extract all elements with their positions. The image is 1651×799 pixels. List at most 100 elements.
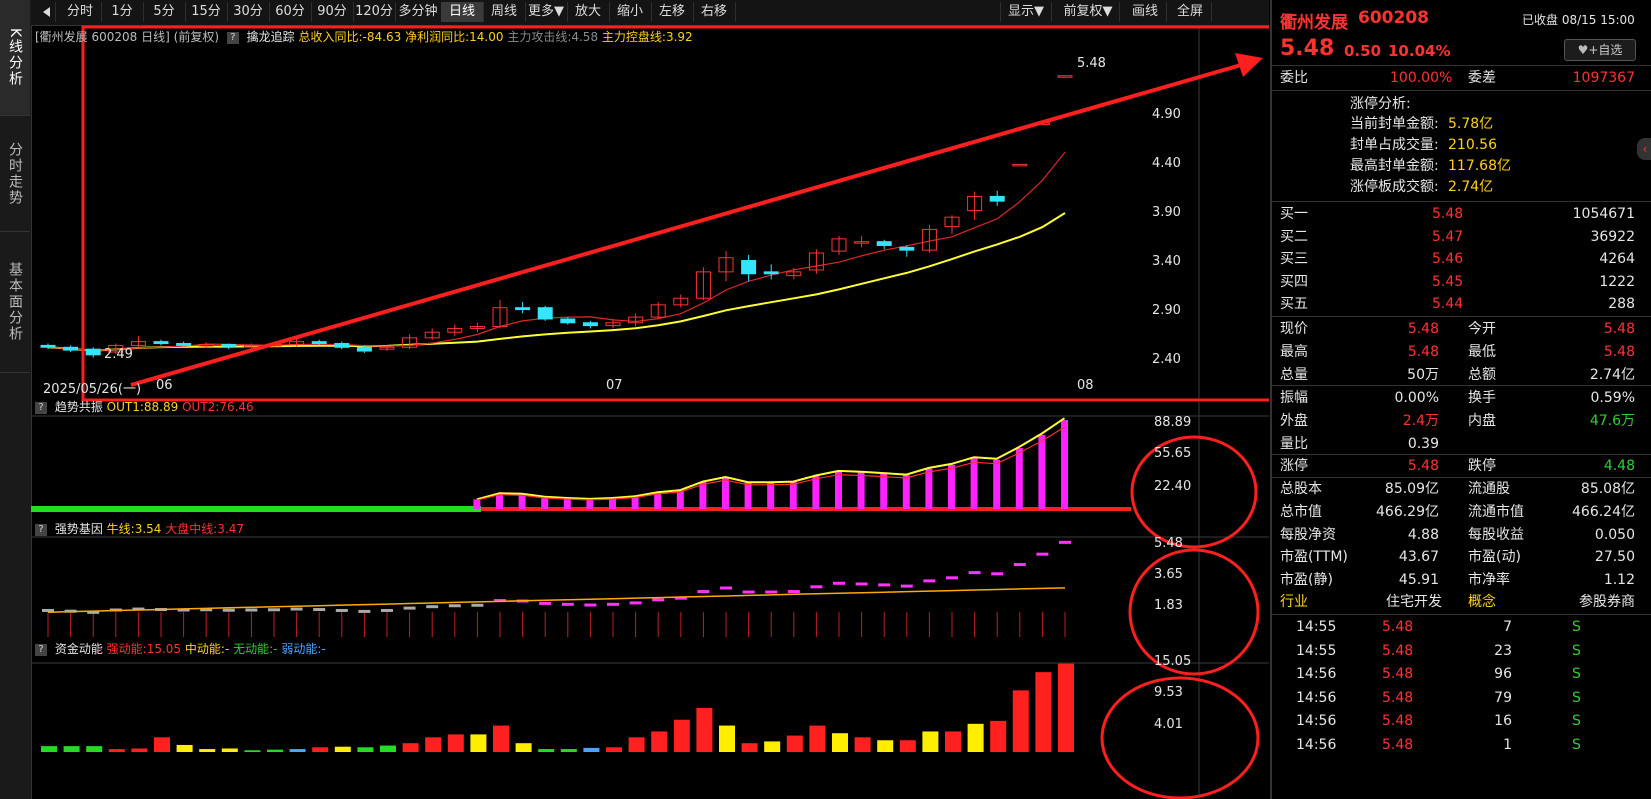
tab-fundamentals[interactable]: 基本面分析: [0, 232, 30, 373]
stat-row: 市盈(静) 45.91 市净率 1.12: [1280, 572, 1635, 589]
help-icon[interactable]: ?: [35, 643, 47, 656]
strength-mark: [245, 608, 258, 612]
fund-bar: [1035, 672, 1052, 752]
help-icon[interactable]: ?: [35, 523, 47, 536]
fund-bar: [945, 731, 961, 752]
strength-mark: [607, 602, 619, 606]
industry-label: 行业: [1280, 594, 1308, 610]
fullscreen-button[interactable]: 全屏: [1169, 2, 1212, 22]
candle-body: [40, 344, 56, 348]
limit-analysis-row: 最高封单金额: 117.68亿: [1350, 158, 1511, 174]
tick-row: 14:56 5.48 79 S: [1296, 689, 1581, 706]
strength-mark: [313, 608, 326, 612]
toolbar-button[interactable]: 90分: [311, 2, 354, 22]
fund-bar: [357, 747, 374, 752]
y-tick: 4.01: [1154, 717, 1183, 732]
market-status: 已收盘 08/15 15:00: [1522, 13, 1635, 27]
concept-value[interactable]: 参股券商: [1579, 591, 1635, 614]
toolbar-button[interactable]: 60分: [269, 2, 312, 22]
tab-intraday[interactable]: 分时走势: [0, 116, 30, 232]
fund-bar: [515, 743, 532, 752]
toolbar-button[interactable]: 缩小: [609, 2, 652, 22]
y-tick: 88.89: [1154, 415, 1192, 430]
add-favorite-button[interactable]: ♥+自选: [1564, 39, 1636, 61]
stat-row: 振幅 0.00% 换手 0.59%: [1280, 390, 1635, 406]
adjust-menu[interactable]: 前复权▼: [1057, 2, 1120, 22]
toolbar-button[interactable]: 右移: [693, 2, 736, 22]
fund-bar: [176, 744, 193, 752]
fund-bar: [967, 723, 984, 752]
toolbar-button[interactable]: 15分: [185, 2, 228, 22]
toolbar-button[interactable]: 左移: [651, 2, 694, 22]
toolbar-button[interactable]: 周线: [483, 2, 526, 22]
fund-bar: [244, 750, 261, 752]
industry-value[interactable]: 住宅开发: [1386, 591, 1442, 614]
fund-bar: [673, 719, 690, 752]
y-tick: 3.65: [1154, 567, 1183, 582]
candle-body: [763, 271, 779, 275]
trend-bar: [767, 482, 775, 509]
quote-panel: 衢州发展 600208 已收盘 08/15 15:00 5.48 0.50 10…: [1270, 0, 1651, 799]
tick-row: 14:56 5.48 96 S: [1296, 666, 1581, 682]
toolbar-button[interactable]: 5分: [143, 2, 186, 22]
back-button[interactable]: [37, 2, 56, 22]
trend-bar: [902, 475, 910, 509]
toolbar-button[interactable]: 多分钟: [395, 2, 442, 22]
help-icon[interactable]: ?: [226, 31, 239, 44]
trend-bar: [699, 482, 707, 509]
tab-kline[interactable]: K线分析: [0, 0, 30, 116]
fund-bar: [922, 731, 939, 752]
strength-mark: [742, 590, 755, 594]
strength-mark: [810, 585, 823, 589]
adjust-label: (前复权): [173, 30, 220, 44]
trend-bar: [473, 499, 481, 509]
stat-row: 现价 5.48 今开 5.48: [1280, 321, 1635, 337]
strength-mark: [381, 608, 393, 612]
weak-label: 弱动能:-: [281, 642, 326, 656]
out2-label: OUT2:76.46: [182, 400, 254, 414]
fund-bar: [380, 745, 396, 752]
arrow-left-icon: [42, 6, 50, 17]
strength-mark: [1059, 540, 1071, 544]
toolbar-button[interactable]: 1分: [101, 2, 144, 22]
trend-bar: [1061, 420, 1068, 509]
draw-button[interactable]: 画线: [1124, 2, 1167, 22]
strength-mark: [561, 602, 574, 606]
toolbar-button[interactable]: 30分: [227, 2, 270, 22]
trend-name[interactable]: 趋势共振: [55, 400, 103, 414]
strength-mark: [471, 603, 484, 607]
toolbar-button[interactable]: 日线: [441, 2, 484, 22]
strength-name[interactable]: 强势基因: [55, 522, 103, 536]
view-tab-strip: K线分析 分时走势 基本面分析: [0, 0, 32, 799]
strength-mark: [268, 608, 280, 612]
toolbar-button[interactable]: 分时: [59, 2, 102, 22]
strength-mark: [358, 609, 371, 613]
fund-name[interactable]: 资金动能: [55, 642, 103, 656]
price-change: 0.50: [1344, 42, 1382, 60]
chart-area[interactable]: [衢州发展 600208 日线] (前复权) ? 擒龙追踪 总收入同比:-84.…: [31, 25, 1269, 799]
fund-bar: [696, 707, 713, 752]
y-tick: 3.40: [1152, 254, 1181, 269]
candle-body: [176, 343, 192, 346]
help-icon[interactable]: ?: [35, 401, 47, 414]
collapse-chevron-icon[interactable]: ‹: [1637, 138, 1651, 160]
strength-mark: [946, 576, 958, 580]
none-label: 无动能:-: [233, 642, 278, 656]
month-label: 07: [606, 378, 623, 393]
fund-bar: [267, 749, 283, 752]
bid-row: 买三 5.46 4264: [1280, 251, 1635, 267]
toolbar-button[interactable]: 120分: [353, 2, 396, 22]
fund-bar: [990, 720, 1007, 752]
bid-row: 买五 5.44 288: [1280, 296, 1635, 312]
display-menu[interactable]: 显示▼: [1000, 2, 1052, 22]
annotation-arrowhead: [1235, 53, 1263, 77]
fund-bar: [1058, 663, 1074, 752]
fund-bar: [199, 749, 216, 752]
toolbar-button[interactable]: 放大: [567, 2, 610, 22]
fund-bar: [154, 737, 170, 752]
indicator-name[interactable]: 擒龙追踪: [247, 30, 295, 44]
strength-mark: [720, 586, 732, 590]
trend-bar: [609, 498, 616, 509]
toolbar-button[interactable]: 更多▼: [525, 2, 568, 22]
fund-bar: [312, 747, 329, 752]
